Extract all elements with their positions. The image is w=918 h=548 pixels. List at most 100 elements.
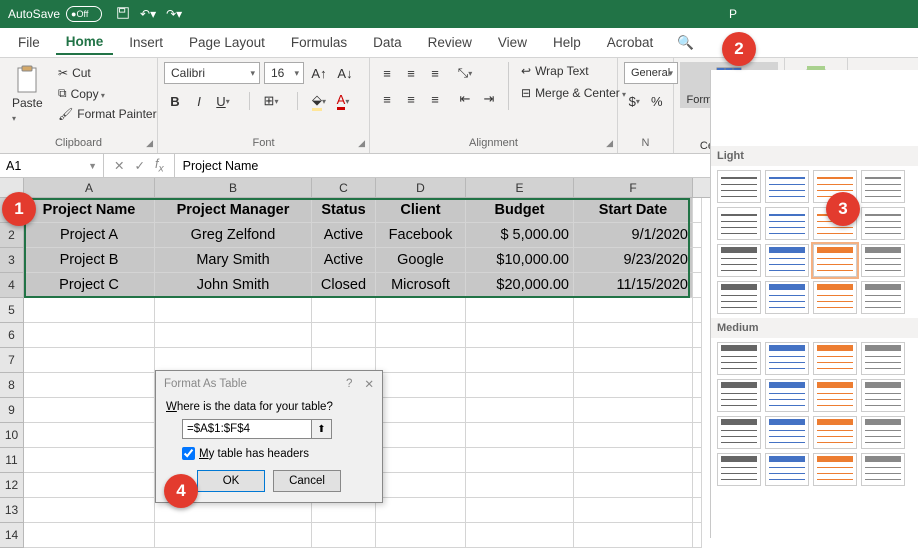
- cell-D7[interactable]: [376, 348, 466, 373]
- align-top-icon[interactable]: ≡: [376, 62, 398, 84]
- table-style-swatch[interactable]: [717, 379, 761, 412]
- table-style-swatch[interactable]: [717, 416, 761, 449]
- save-icon[interactable]: [116, 6, 130, 23]
- row-header-4[interactable]: 4: [0, 273, 24, 298]
- cell-E7[interactable]: [466, 348, 574, 373]
- format-painter-button[interactable]: 🖌Format Painter: [54, 105, 161, 123]
- cell-empty-2[interactable]: [693, 223, 702, 248]
- table-style-swatch[interactable]: [765, 416, 809, 449]
- table-style-swatch[interactable]: [813, 379, 857, 412]
- row-header-8[interactable]: 8: [0, 373, 24, 398]
- table-style-swatch[interactable]: [765, 379, 809, 412]
- cell-B5[interactable]: [155, 298, 312, 323]
- orientation-icon[interactable]: ⤡: [454, 62, 476, 84]
- cell-C6[interactable]: [312, 323, 376, 348]
- tell-me-icon[interactable]: 🔍: [677, 35, 694, 51]
- cell-D3[interactable]: Google: [376, 248, 466, 273]
- cell-empty-5[interactable]: [693, 298, 702, 323]
- cell-F3[interactable]: 9/23/2020: [574, 248, 693, 273]
- row-header-13[interactable]: 13: [0, 498, 24, 523]
- cell-D12[interactable]: [376, 473, 466, 498]
- cell-A5[interactable]: [24, 298, 155, 323]
- cell-A2[interactable]: Project A: [24, 223, 155, 248]
- table-style-swatch[interactable]: [813, 416, 857, 449]
- table-style-swatch[interactable]: [861, 207, 905, 240]
- cell-A14[interactable]: [24, 523, 155, 548]
- col-header-B[interactable]: B: [155, 178, 312, 198]
- cell-empty-3[interactable]: [693, 248, 702, 273]
- table-style-swatch[interactable]: [813, 281, 857, 314]
- range-picker-icon[interactable]: ⬆: [312, 419, 332, 439]
- cell-E5[interactable]: [466, 298, 574, 323]
- cell-E4[interactable]: $20,000.00: [466, 273, 574, 298]
- increase-font-icon[interactable]: A↑: [308, 62, 330, 84]
- cell-A4[interactable]: Project C: [24, 273, 155, 298]
- cut-button[interactable]: ✂Cut: [54, 64, 161, 82]
- cell-D2[interactable]: Facebook: [376, 223, 466, 248]
- fill-color-button[interactable]: ⬙: [308, 90, 330, 112]
- underline-button[interactable]: U: [212, 90, 234, 112]
- cell-F9[interactable]: [574, 398, 693, 423]
- table-style-swatch[interactable]: [861, 244, 905, 277]
- cell-A10[interactable]: [24, 423, 155, 448]
- cell-E10[interactable]: [466, 423, 574, 448]
- col-header-D[interactable]: D: [376, 178, 466, 198]
- cell-C4[interactable]: Closed: [312, 273, 376, 298]
- tab-view[interactable]: View: [488, 31, 537, 54]
- row-header-11[interactable]: 11: [0, 448, 24, 473]
- cell-E13[interactable]: [466, 498, 574, 523]
- cell-A13[interactable]: [24, 498, 155, 523]
- cell-E12[interactable]: [466, 473, 574, 498]
- table-style-swatch[interactable]: [765, 281, 809, 314]
- table-style-swatch[interactable]: [813, 244, 857, 277]
- paste-button[interactable]: Paste: [6, 62, 50, 134]
- cell-E2[interactable]: $ 5,000.00: [466, 223, 574, 248]
- font-color-button[interactable]: A: [332, 90, 354, 112]
- cell-D8[interactable]: [376, 373, 466, 398]
- cell-empty-12[interactable]: [693, 473, 702, 498]
- cell-D1[interactable]: Client: [376, 198, 466, 223]
- table-style-swatch[interactable]: [861, 342, 905, 375]
- cell-F11[interactable]: [574, 448, 693, 473]
- cell-empty-6[interactable]: [693, 323, 702, 348]
- dialog-range-input[interactable]: [182, 419, 312, 439]
- row-header-6[interactable]: 6: [0, 323, 24, 348]
- cell-F14[interactable]: [574, 523, 693, 548]
- cell-D10[interactable]: [376, 423, 466, 448]
- tab-help[interactable]: Help: [543, 31, 591, 54]
- cell-A8[interactable]: [24, 373, 155, 398]
- table-style-swatch[interactable]: [861, 453, 905, 486]
- clipboard-launcher-icon[interactable]: ◢: [146, 138, 153, 149]
- cell-F12[interactable]: [574, 473, 693, 498]
- percent-icon[interactable]: %: [647, 90, 668, 112]
- cell-A7[interactable]: [24, 348, 155, 373]
- table-style-swatch[interactable]: [717, 170, 761, 203]
- table-style-swatch[interactable]: [861, 170, 905, 203]
- col-header-E[interactable]: E: [466, 178, 574, 198]
- fx-icon[interactable]: fx: [155, 157, 164, 175]
- row-header-2[interactable]: 2: [0, 223, 24, 248]
- table-style-swatch[interactable]: [717, 244, 761, 277]
- table-style-swatch[interactable]: [765, 244, 809, 277]
- cell-B2[interactable]: Greg Zelfond: [155, 223, 312, 248]
- autosave-toggle[interactable]: ● Off: [66, 6, 102, 22]
- cell-A12[interactable]: [24, 473, 155, 498]
- cell-D9[interactable]: [376, 398, 466, 423]
- cell-empty-14[interactable]: [693, 523, 702, 548]
- cell-A9[interactable]: [24, 398, 155, 423]
- bold-button[interactable]: B: [164, 90, 186, 112]
- dialog-close-icon[interactable]: ✕: [364, 377, 374, 391]
- row-header-14[interactable]: 14: [0, 523, 24, 548]
- decrease-font-icon[interactable]: A↓: [334, 62, 356, 84]
- align-bottom-icon[interactable]: ≡: [424, 62, 446, 84]
- tab-page-layout[interactable]: Page Layout: [179, 31, 275, 54]
- merge-center-button[interactable]: ⊟Merge & Center: [517, 84, 630, 102]
- cell-E1[interactable]: Budget: [466, 198, 574, 223]
- align-left-icon[interactable]: ≡: [376, 88, 398, 110]
- decrease-indent-icon[interactable]: ⇤: [454, 88, 476, 110]
- cell-C2[interactable]: Active: [312, 223, 376, 248]
- dialog-help-icon[interactable]: ?: [346, 378, 352, 390]
- cell-F4[interactable]: 11/15/2020: [574, 273, 693, 298]
- cell-F10[interactable]: [574, 423, 693, 448]
- wrap-text-button[interactable]: ↩Wrap Text: [517, 62, 630, 80]
